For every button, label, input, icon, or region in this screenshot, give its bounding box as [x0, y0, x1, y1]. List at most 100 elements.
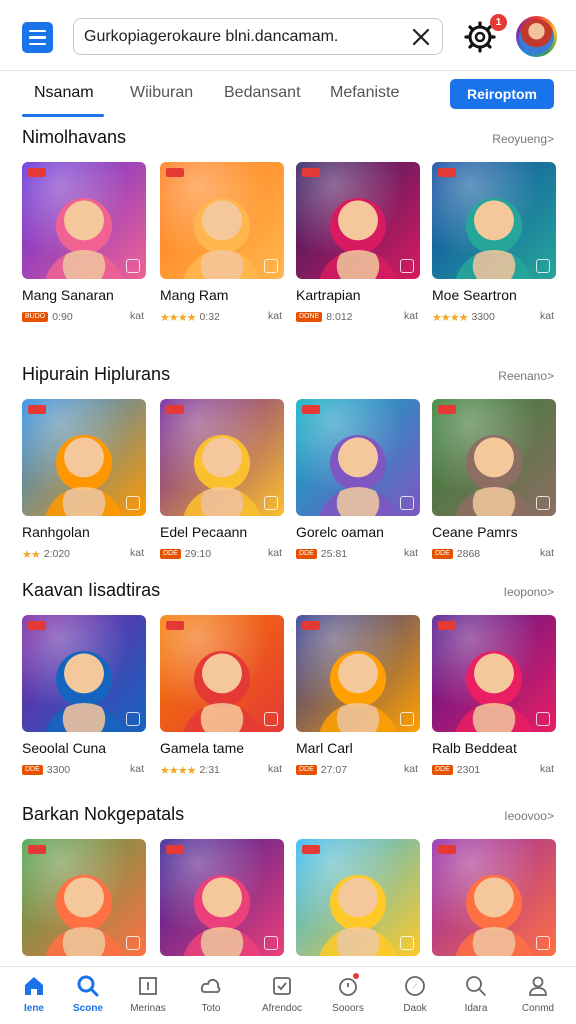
star-rating: ★★★★	[160, 764, 196, 777]
status-badge: DDE	[296, 549, 317, 559]
game-card[interactable]: Ceane Pamrs DDE 2868 kat	[432, 399, 556, 561]
search-icon	[75, 973, 101, 999]
platform-icon	[536, 936, 550, 950]
game-card[interactable]: Moe Seartron ★★★★ 3300 kat	[432, 162, 556, 324]
character-art	[466, 435, 522, 492]
tab-mefaniste[interactable]: Mefaniste	[330, 84, 399, 102]
game-card[interactable]: Mang Ram ★★★★ 0:32 kat	[160, 162, 284, 324]
game-thumbnail[interactable]	[296, 162, 420, 279]
nav-item-conmd[interactable]: Conmd	[508, 973, 568, 1014]
price-label: kat	[129, 763, 144, 775]
nav-item-daok[interactable]: Daok	[385, 973, 445, 1014]
game-title: Gorelc oaman	[296, 524, 384, 540]
game-meta: ★★ 2:020 kat	[22, 547, 146, 561]
game-thumbnail[interactable]	[432, 615, 556, 732]
nav-label: Afrendoc	[261, 1003, 303, 1014]
game-card[interactable]: Gorelc oaman DDE 25:81 kat	[296, 399, 420, 561]
tab-wiiburan[interactable]: Wiiburan	[130, 84, 193, 102]
cta-button[interactable]: Reiroptom	[450, 79, 554, 109]
play-count: 2301	[456, 764, 481, 776]
character-art	[56, 435, 112, 492]
nav-label: Sooors	[332, 1003, 364, 1014]
game-title: Edel Pecaann	[160, 524, 248, 540]
menu-icon[interactable]	[22, 22, 53, 53]
game-card[interactable]	[432, 839, 556, 956]
character-art	[330, 875, 386, 932]
game-thumbnail[interactable]	[160, 399, 284, 516]
platform-icon	[264, 936, 278, 950]
game-title: Mang Ram	[160, 287, 229, 303]
avatar[interactable]	[516, 16, 557, 57]
section-title: Barkan Nokgepatals	[22, 804, 185, 824]
nav-item-afrendoc[interactable]: Afrendoc	[252, 973, 312, 1014]
game-meta: BUDO 0:90 kat	[22, 310, 146, 324]
star-rating: ★★	[22, 548, 41, 561]
game-card[interactable]: Mang Sanaran BUDO 0:90 kat	[22, 162, 146, 324]
magnify-icon	[463, 973, 489, 999]
game-card[interactable]: Marl Carl DDE 27:07 kat	[296, 615, 420, 777]
game-thumbnail[interactable]	[22, 839, 146, 956]
game-thumbnail[interactable]	[22, 399, 146, 516]
game-thumbnail[interactable]	[296, 399, 420, 516]
game-card[interactable]: Edel Pecaann DDE 29:10 kat	[160, 399, 284, 561]
new-tag	[28, 845, 46, 854]
character-art	[194, 435, 250, 492]
game-thumbnail[interactable]	[22, 615, 146, 732]
section-see-more-link[interactable]: Reoyueng>	[492, 132, 554, 146]
game-thumbnail[interactable]	[432, 399, 556, 516]
new-tag	[302, 168, 320, 177]
status-badge: DDE	[432, 549, 453, 559]
nav-item-merinas[interactable]: Merinas	[118, 973, 178, 1014]
nav-item-iene[interactable]: Iene	[4, 973, 64, 1014]
play-count: 2:020	[43, 548, 71, 560]
section-see-more-link[interactable]: Reenano>	[498, 369, 554, 383]
game-card[interactable]: Seoolal Cuna DDE 3300 kat	[22, 615, 146, 777]
game-card[interactable]: Gamela tame ★★★★ 2:31 kat	[160, 615, 284, 777]
game-thumbnail[interactable]	[296, 839, 420, 956]
character-art	[330, 435, 386, 492]
price-label: kat	[403, 763, 418, 775]
tab-bedansant[interactable]: Bedansant	[224, 84, 301, 102]
price-label: kat	[539, 310, 554, 322]
search-bar[interactable]: Gurkopiagerokaure blni.dancamam.	[73, 18, 443, 55]
new-tag	[438, 168, 456, 177]
tab-nsanam[interactable]: Nsanam	[34, 84, 94, 102]
character-art	[466, 875, 522, 932]
play-count: 3300	[471, 311, 495, 323]
game-thumbnail[interactable]	[160, 615, 284, 732]
character-art	[56, 875, 112, 932]
game-card[interactable]: Kartrapian DONE 8:012 kat	[296, 162, 420, 324]
game-card[interactable]	[296, 839, 420, 956]
status-badge: DDE	[22, 765, 43, 775]
close-icon[interactable]	[410, 26, 432, 48]
game-thumbnail[interactable]	[296, 615, 420, 732]
character-art	[194, 651, 250, 708]
game-meta: DDE 27:07 kat	[296, 763, 420, 777]
game-card[interactable]: Ralb Beddeat DDE 2301 kat	[432, 615, 556, 777]
game-thumbnail[interactable]	[160, 162, 284, 279]
search-input[interactable]: Gurkopiagerokaure blni.dancamam.	[84, 28, 404, 46]
price-label: kat	[539, 763, 554, 775]
tab-active-indicator	[22, 114, 104, 117]
notification-badge: 1	[490, 14, 507, 31]
play-count: 2868	[456, 548, 481, 560]
nav-item-idara[interactable]: Idara	[446, 973, 506, 1014]
platform-icon	[264, 712, 278, 726]
game-thumbnail[interactable]	[22, 162, 146, 279]
game-thumbnail[interactable]	[160, 839, 284, 956]
price-label: kat	[129, 310, 144, 322]
section-see-more-link[interactable]: Ieoovoo>	[504, 809, 554, 823]
game-card[interactable]	[22, 839, 146, 956]
new-tag	[302, 405, 320, 414]
game-thumbnail[interactable]	[432, 839, 556, 956]
nav-label: Scone	[72, 1003, 103, 1014]
game-thumbnail[interactable]	[432, 162, 556, 279]
platform-icon	[400, 259, 414, 273]
nav-item-toto[interactable]: Toto	[181, 973, 241, 1014]
game-card[interactable]: Ranhgolan ★★ 2:020 kat	[22, 399, 146, 561]
nav-item-scone[interactable]: Scone	[58, 973, 118, 1014]
section-see-more-link[interactable]: Ieopono>	[504, 585, 554, 599]
nav-item-sooors[interactable]: Sooors	[318, 973, 378, 1014]
status-badge: DONE	[296, 312, 323, 322]
game-card[interactable]	[160, 839, 284, 956]
